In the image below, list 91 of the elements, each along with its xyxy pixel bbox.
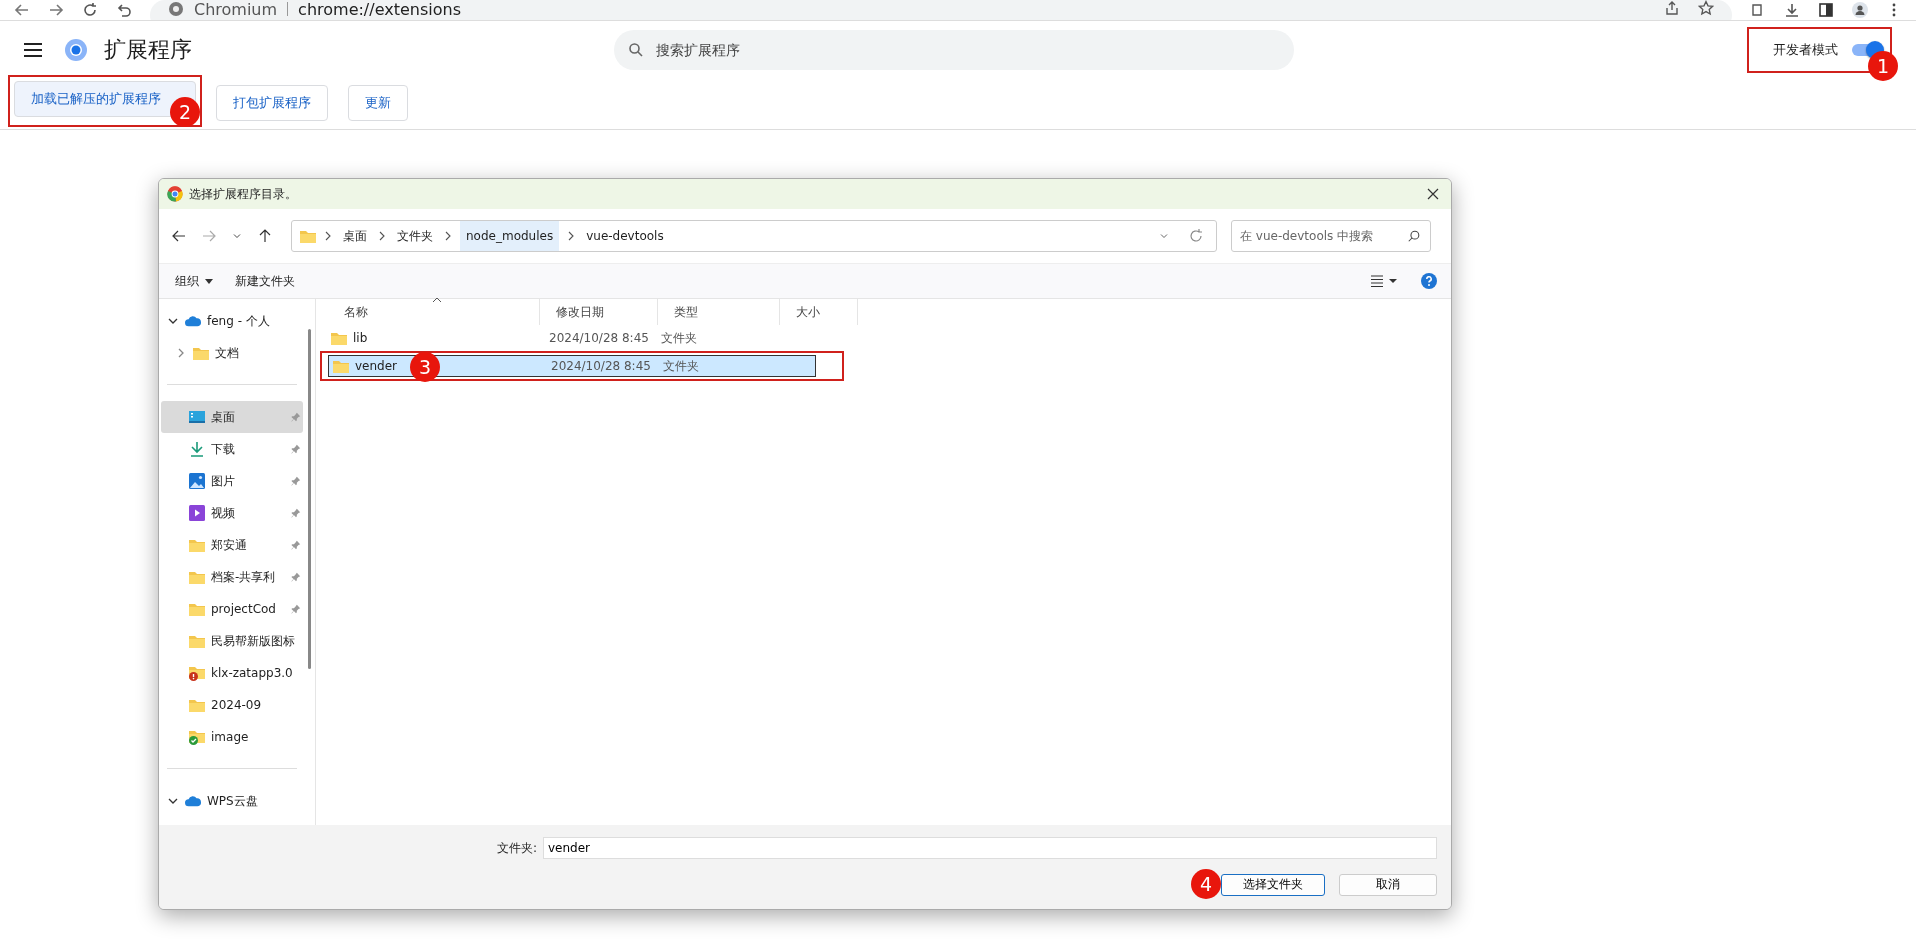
sidebar-item[interactable]: 郑安通: [161, 529, 303, 561]
cloud-icon: [185, 313, 201, 329]
folder-icon: [189, 697, 205, 713]
search-icon: [628, 42, 644, 58]
column-header[interactable]: 修改日期: [540, 299, 658, 325]
sidebar-item[interactable]: 文档: [215, 344, 239, 362]
column-header[interactable]: 名称: [328, 299, 540, 325]
column-header[interactable]: 类型: [658, 299, 780, 325]
site-icon: [168, 1, 184, 17]
download-icon[interactable]: [1784, 2, 1800, 18]
page-title: 扩展程序: [104, 36, 192, 64]
column-header[interactable]: 大小: [780, 299, 858, 325]
file-type: 文件夹: [662, 357, 700, 375]
step-number: 4: [1191, 869, 1221, 899]
sidebar-item[interactable]: 民易帮新版图标: [161, 625, 303, 657]
dialog-button[interactable]: 选择文件夹: [1221, 873, 1325, 896]
chevron-right-icon: [324, 230, 332, 242]
folder-icon: [189, 569, 205, 585]
folder-icon: [331, 331, 347, 345]
side-panel-icon[interactable]: [1818, 2, 1834, 18]
sidebar-item[interactable]: 视频: [161, 497, 303, 529]
search-field[interactable]: 搜索扩展程序: [614, 30, 1294, 70]
profile-icon[interactable]: [1852, 2, 1868, 18]
sidebar-item[interactable]: 桌面: [161, 401, 303, 433]
back-icon[interactable]: [171, 228, 187, 244]
help-icon[interactable]: [1421, 273, 1437, 289]
search-icon: [1407, 229, 1421, 243]
modified-date: 2024/10/28 8:45: [548, 331, 650, 345]
sidebar-item[interactable]: WPS云盘: [207, 792, 258, 810]
share-icon[interactable]: [1664, 0, 1680, 16]
folder-icon: [300, 229, 316, 243]
sidebar-item[interactable]: klx-zatapp3.0: [161, 657, 303, 689]
sidebar-item[interactable]: image: [161, 721, 303, 753]
sort-caret-icon: [432, 297, 442, 303]
folder-icon: [189, 601, 205, 617]
sidebar-item[interactable]: 档案-共享利: [161, 561, 303, 593]
folder-warning-icon: [189, 665, 205, 681]
sidebar-item[interactable]: projectCod: [161, 593, 303, 625]
breadcrumb-item[interactable]: 桌面: [340, 221, 370, 251]
scrollbar-thumb[interactable]: [308, 329, 311, 669]
forward-icon[interactable]: [48, 2, 64, 18]
search-field[interactable]: 在 vue-devtools 中搜索: [1231, 220, 1431, 252]
cloud-icon: [185, 793, 201, 809]
address-bar[interactable]: Chromium chrome://extensions: [150, 0, 1732, 20]
dialog-button[interactable]: 取消: [1339, 873, 1437, 896]
star-icon[interactable]: [1698, 0, 1714, 16]
desktop-icon: [189, 409, 205, 425]
step-number: 3: [410, 352, 440, 382]
breadcrumb-item[interactable]: 文件夹: [394, 221, 436, 251]
breadcrumb-item[interactable]: vue-devtools: [583, 221, 667, 251]
up-arrow-icon[interactable]: [257, 228, 273, 244]
toolbar-button[interactable]: 组织: [167, 268, 221, 294]
chevron-right-icon: [444, 230, 452, 242]
folder-icon: [189, 537, 205, 553]
reload-icon[interactable]: [82, 2, 98, 18]
view-options-icon[interactable]: [1371, 275, 1397, 287]
chevron-right-icon: [378, 230, 386, 242]
sidebar-item[interactable]: 下载: [161, 433, 303, 465]
folder-label: 文件夹:: [496, 839, 537, 857]
address-field[interactable]: 桌面 文件夹 node_modules vue-devtools: [291, 220, 1217, 252]
toolbar-button[interactable]: 更新: [348, 85, 408, 121]
chromium-logo-icon: [64, 38, 88, 62]
undo-icon[interactable]: [116, 2, 132, 18]
refresh-icon[interactable]: [1188, 228, 1204, 244]
toolbar-button[interactable]: 打包扩展程序: [216, 85, 328, 121]
folder-icon: [193, 345, 209, 361]
chevron-right-icon: [567, 230, 576, 242]
close-icon[interactable]: [1427, 188, 1439, 200]
menu-icon[interactable]: [24, 43, 42, 57]
dialog-title: 选择扩展程序目录。: [189, 185, 297, 203]
toolbar-button[interactable]: 新建文件夹: [227, 268, 303, 294]
step-number: 2: [170, 97, 200, 127]
file-type: 文件夹: [660, 329, 698, 347]
file-name: lib: [353, 331, 368, 345]
folder-name-field[interactable]: vender: [543, 837, 1437, 859]
folder-icon: [189, 633, 205, 649]
developer-mode-label: 开发者模式: [1773, 41, 1838, 59]
file-name: vender: [355, 359, 398, 373]
breadcrumb-item[interactable]: node_modules: [460, 221, 560, 251]
modified-date: 2024/10/28 8:45: [550, 359, 652, 373]
download-icon: [189, 441, 205, 457]
image-icon: [189, 473, 205, 489]
sidebar-item[interactable]: 图片: [161, 465, 303, 497]
file-row[interactable]: lib 2024/10/28 8:45 文件夹: [326, 327, 814, 349]
sidebar-item[interactable]: 2024-09: [161, 689, 303, 721]
sidebar-item[interactable]: feng - 个人: [207, 312, 270, 330]
step-number: 1: [1868, 51, 1898, 81]
folder-icon: [333, 359, 349, 373]
folder-check-icon: [189, 729, 205, 745]
chromium-logo-icon: [167, 186, 183, 202]
video-icon: [189, 505, 205, 521]
